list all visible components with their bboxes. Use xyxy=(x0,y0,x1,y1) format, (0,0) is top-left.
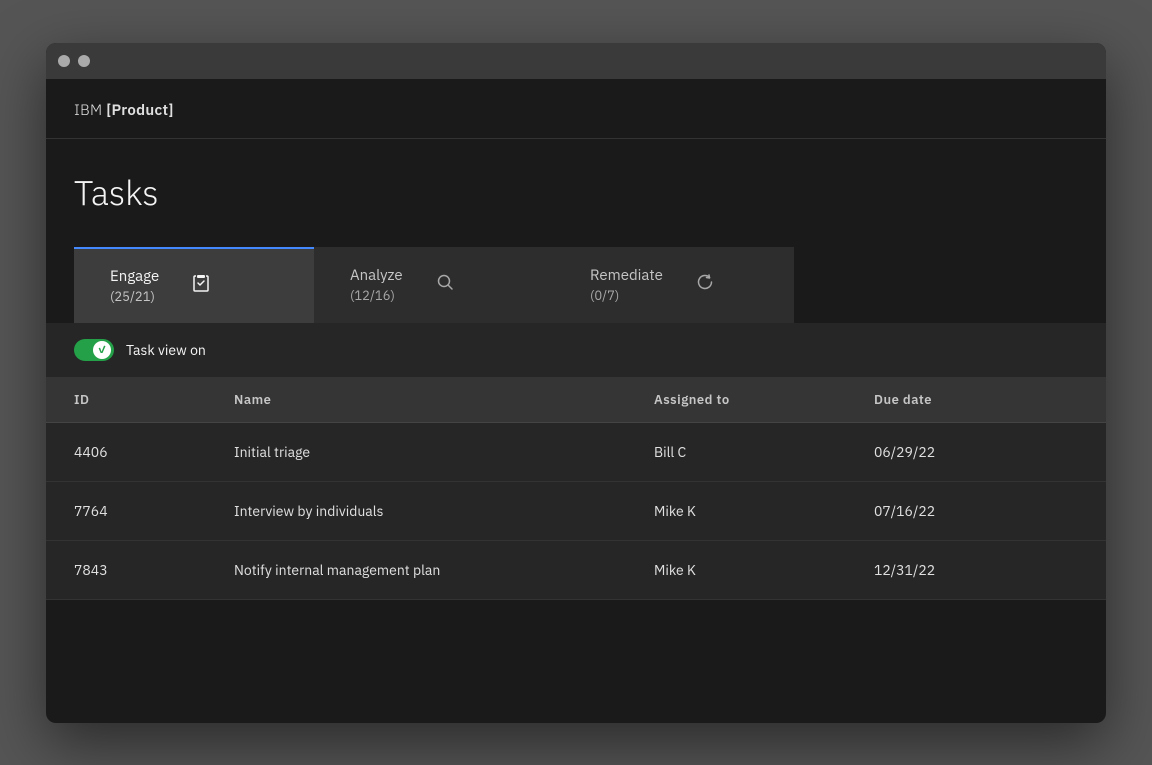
title-bar xyxy=(46,43,1106,79)
clipboard-icon xyxy=(191,273,211,298)
tab-remediate-labels: Remediate (0/7) xyxy=(590,266,663,304)
task-view-toggle[interactable]: ✓ xyxy=(74,339,114,361)
cell-due-date: 07/16/22 xyxy=(846,481,1106,540)
window-control-dot-1[interactable] xyxy=(58,55,70,67)
column-header-id: ID xyxy=(46,377,206,423)
tabs-container: Engage (25/21) Analyze (12/16) xyxy=(74,247,1078,323)
tab-remediate-name: Remediate xyxy=(590,266,663,285)
cell-id: 7764 xyxy=(46,481,206,540)
cell-due-date: 12/31/22 xyxy=(846,540,1106,599)
tab-engage[interactable]: Engage (25/21) xyxy=(74,247,314,323)
cell-name: Interview by individuals xyxy=(206,481,626,540)
table-body: 4406 Initial triage Bill C 06/29/22 7764… xyxy=(46,422,1106,599)
tab-analyze-name: Analyze xyxy=(350,266,403,285)
cell-id: 4406 xyxy=(46,422,206,481)
tab-analyze[interactable]: Analyze (12/16) xyxy=(314,247,554,323)
tab-engage-labels: Engage (25/21) xyxy=(110,267,159,305)
column-header-due-date: Due date xyxy=(846,377,1106,423)
task-view-bar: ✓ Task view on xyxy=(46,323,1106,377)
tab-remediate-count: (0/7) xyxy=(590,287,663,304)
column-header-name: Name xyxy=(206,377,626,423)
cell-due-date: 06/29/22 xyxy=(846,422,1106,481)
table-row[interactable]: 7764 Interview by individuals Mike K 07/… xyxy=(46,481,1106,540)
cell-id: 7843 xyxy=(46,540,206,599)
page-title: Tasks xyxy=(74,171,1078,215)
cell-assigned: Mike K xyxy=(626,481,846,540)
task-view-label: Task view on xyxy=(126,341,206,359)
refresh-icon xyxy=(695,272,715,297)
cell-name: Initial triage xyxy=(206,422,626,481)
table-row[interactable]: 4406 Initial triage Bill C 06/29/22 xyxy=(46,422,1106,481)
app-header: IBM [Product] xyxy=(46,79,1106,139)
column-header-assigned: Assigned to xyxy=(626,377,846,423)
table-header-row: ID Name Assigned to Due date xyxy=(46,377,1106,423)
cell-assigned: Mike K xyxy=(626,540,846,599)
search-icon xyxy=(435,272,455,297)
tab-analyze-count: (12/16) xyxy=(350,287,403,304)
table-header: ID Name Assigned to Due date xyxy=(46,377,1106,423)
main-content: Tasks Engage (25/21) Analyze xyxy=(46,139,1106,323)
tab-remediate[interactable]: Remediate (0/7) xyxy=(554,247,794,323)
brand-label: IBM [Product] xyxy=(74,101,1078,120)
tab-analyze-labels: Analyze (12/16) xyxy=(350,266,403,304)
toggle-check-icon: ✓ xyxy=(97,343,106,356)
cell-assigned: Bill C xyxy=(626,422,846,481)
tab-engage-count: (25/21) xyxy=(110,288,159,305)
app-window: IBM [Product] Tasks Engage (25/21) xyxy=(46,43,1106,723)
tab-engage-name: Engage xyxy=(110,267,159,286)
window-control-dot-2[interactable] xyxy=(78,55,90,67)
tasks-table: ID Name Assigned to Due date 4406 Initia… xyxy=(46,377,1106,600)
table-row[interactable]: 7843 Notify internal management plan Mik… xyxy=(46,540,1106,599)
toggle-knob: ✓ xyxy=(93,341,111,359)
cell-name: Notify internal management plan xyxy=(206,540,626,599)
